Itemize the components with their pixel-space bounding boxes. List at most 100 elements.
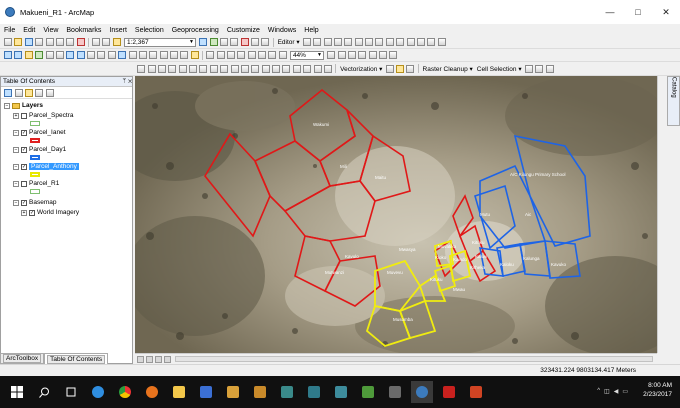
italic-icon[interactable] bbox=[251, 64, 260, 73]
marker-color-icon[interactable] bbox=[230, 64, 239, 73]
georeference-icon[interactable] bbox=[206, 51, 215, 59]
clear-selection-icon[interactable] bbox=[97, 51, 106, 59]
layout-view-icon[interactable] bbox=[146, 355, 153, 363]
taskbar-app-6[interactable] bbox=[357, 381, 379, 403]
editor-menu[interactable]: Editor ▾ bbox=[278, 38, 300, 46]
time-slider-icon[interactable] bbox=[180, 51, 189, 59]
maximize-button[interactable]: □ bbox=[624, 0, 652, 24]
menu-windows[interactable]: Windows bbox=[264, 27, 300, 34]
search-button[interactable] bbox=[33, 381, 55, 403]
taskbar-app-2[interactable] bbox=[249, 381, 271, 403]
taskbar-app-1[interactable] bbox=[222, 381, 244, 403]
menu-bookmarks[interactable]: Bookmarks bbox=[62, 27, 105, 34]
toggle-draft-mode-icon[interactable] bbox=[389, 51, 398, 59]
volume-icon[interactable]: ◀ bbox=[614, 388, 619, 395]
layer-checkbox[interactable]: ✓ bbox=[21, 199, 27, 206]
horizontal-scrollbar[interactable] bbox=[175, 356, 653, 362]
full-extent-icon[interactable] bbox=[35, 51, 44, 59]
overview-icon[interactable] bbox=[247, 51, 256, 59]
edit-tool-icon[interactable] bbox=[302, 38, 311, 46]
measure-icon[interactable] bbox=[149, 51, 158, 59]
toc-group-basemap[interactable]: − ✓ Basemap bbox=[13, 198, 56, 207]
menu-view[interactable]: View bbox=[39, 27, 62, 34]
open-folder-icon[interactable] bbox=[14, 38, 23, 46]
search-window-icon[interactable] bbox=[230, 38, 239, 46]
print-icon[interactable] bbox=[35, 38, 44, 46]
html-popup-icon[interactable] bbox=[170, 51, 178, 59]
align-icon[interactable] bbox=[272, 64, 281, 73]
new-document-icon[interactable] bbox=[4, 38, 12, 46]
toc-layer-parcel-ianet[interactable]: − ✓ Parcel_Ianet bbox=[13, 128, 66, 137]
taskbar-clock[interactable]: 8:00 AM 2/23/2017 bbox=[643, 381, 672, 399]
layer-symbol-swatch[interactable] bbox=[30, 189, 40, 194]
chevron-up-icon[interactable]: ^ bbox=[597, 388, 600, 395]
taskbar-acrobat[interactable] bbox=[438, 381, 460, 403]
trace-icon[interactable] bbox=[344, 38, 353, 46]
font-color-icon[interactable] bbox=[199, 64, 208, 73]
collapse-icon[interactable]: − bbox=[13, 163, 19, 170]
create-features-icon[interactable] bbox=[437, 38, 446, 46]
group-icon[interactable] bbox=[292, 64, 301, 73]
tab-arctoolbox[interactable]: ArcToolbox bbox=[0, 353, 45, 364]
toc-layer-parcel-spectra[interactable]: + Parcel_Spectra bbox=[13, 111, 73, 120]
raster-cleanup-menu[interactable]: Raster Cleanup ▾ bbox=[423, 65, 473, 73]
edit-vertices-icon[interactable] bbox=[365, 38, 374, 46]
menu-help[interactable]: Help bbox=[300, 27, 322, 34]
taskbar-app-3[interactable] bbox=[276, 381, 298, 403]
network-icon[interactable]: ◫ bbox=[604, 388, 610, 395]
pencil-icon[interactable] bbox=[395, 64, 404, 73]
attributes-icon[interactable] bbox=[416, 38, 425, 46]
layer-symbol-swatch[interactable] bbox=[30, 138, 40, 143]
fixed-zoom-in-icon[interactable] bbox=[45, 51, 54, 59]
select-features-icon[interactable] bbox=[87, 51, 95, 59]
taskbar-firefox[interactable] bbox=[141, 381, 163, 403]
magnifier-icon[interactable] bbox=[258, 51, 266, 59]
underline-icon[interactable] bbox=[261, 64, 270, 73]
toc-options-icon[interactable] bbox=[45, 88, 54, 97]
minimize-button[interactable]: — bbox=[596, 0, 624, 24]
order-icon[interactable] bbox=[303, 64, 312, 73]
forward-extent-icon[interactable] bbox=[76, 51, 85, 59]
grid-icon[interactable] bbox=[226, 51, 235, 59]
menu-insert[interactable]: Insert bbox=[105, 27, 131, 34]
snap-icon[interactable] bbox=[323, 64, 332, 73]
map-view[interactable]: Wakumi Mili Maitu Kavulo Mutwanzi Muvevu… bbox=[135, 76, 657, 353]
start-button[interactable] bbox=[6, 381, 28, 403]
taskbar-file-explorer[interactable] bbox=[168, 381, 190, 403]
collapse-icon[interactable]: − bbox=[13, 199, 19, 206]
tab-table-of-contents[interactable]: Table Of Contents bbox=[44, 353, 109, 364]
collapse-icon[interactable]: − bbox=[13, 180, 19, 187]
go-to-xy-icon[interactable] bbox=[190, 51, 199, 59]
layer-checkbox[interactable]: ✓ bbox=[21, 146, 27, 153]
taskbar-edge[interactable] bbox=[87, 381, 109, 403]
taskbar-app-7[interactable] bbox=[384, 381, 406, 403]
taskbar-arcmap[interactable] bbox=[411, 381, 433, 403]
zoom-out-icon[interactable] bbox=[14, 51, 23, 59]
task-view-button[interactable] bbox=[60, 381, 82, 403]
layer-checkbox[interactable]: ✓ bbox=[21, 163, 27, 170]
reshape-icon[interactable] bbox=[375, 38, 384, 46]
taskbar-store[interactable] bbox=[195, 381, 217, 403]
back-extent-icon[interactable] bbox=[66, 51, 75, 59]
layer-icon[interactable] bbox=[216, 51, 225, 59]
layer-symbol-swatch[interactable] bbox=[30, 155, 40, 160]
vectorization-settings-icon[interactable] bbox=[385, 64, 394, 73]
bold-icon[interactable] bbox=[240, 64, 249, 73]
raster-icon[interactable] bbox=[237, 51, 246, 59]
redo-icon[interactable] bbox=[102, 38, 111, 46]
collapse-icon[interactable]: − bbox=[13, 129, 19, 136]
find-icon[interactable] bbox=[128, 51, 137, 59]
table-of-contents-icon[interactable] bbox=[209, 38, 218, 46]
polygon-icon[interactable] bbox=[157, 64, 166, 73]
layer-symbol-swatch[interactable] bbox=[30, 121, 40, 126]
layer-checkbox[interactable]: ✓ bbox=[21, 129, 27, 136]
toc-layer-parcel-day1[interactable]: − ✓ Parcel_Day1 bbox=[13, 145, 66, 154]
model-builder-icon[interactable] bbox=[261, 38, 270, 46]
taskbar-app-4[interactable] bbox=[303, 381, 325, 403]
refresh-icon[interactable] bbox=[155, 355, 162, 363]
layer-checkbox[interactable] bbox=[21, 180, 27, 187]
collapse-icon[interactable]: − bbox=[13, 146, 19, 153]
delete-icon[interactable] bbox=[76, 38, 85, 46]
list-by-drawing-order-icon[interactable] bbox=[4, 88, 13, 97]
fixed-zoom-out-icon[interactable] bbox=[55, 51, 64, 59]
